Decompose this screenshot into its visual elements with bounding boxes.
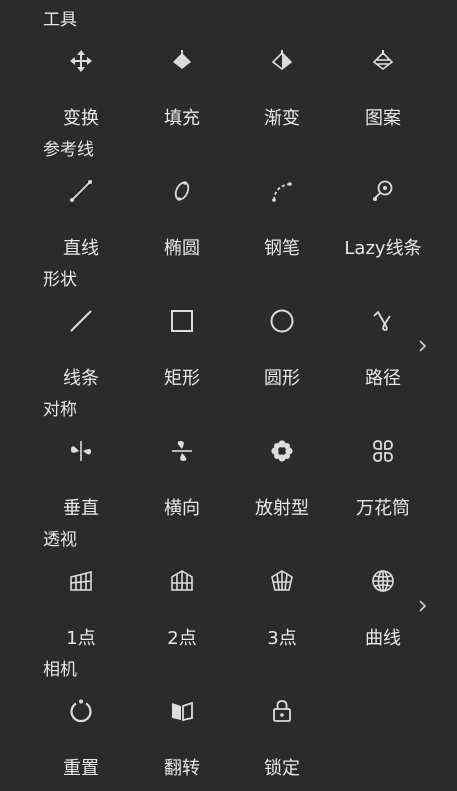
kaleidoscope-icon (370, 438, 396, 464)
guide-pen-button[interactable]: 钢笔 (232, 160, 332, 260)
symmetry-kaleidoscope-button[interactable]: 万花筒 (333, 420, 433, 520)
tool-label: 直线 (63, 238, 99, 259)
tool-label: 横向 (164, 498, 200, 519)
tool-label: 渐变 (264, 108, 300, 129)
section-tools: 工具 变换 填充 渐变 图案 (0, 0, 457, 130)
vertical-symmetry-icon (68, 438, 94, 464)
globe-grid-icon (370, 568, 396, 594)
guide-line-button[interactable]: 直线 (31, 160, 131, 260)
tool-label: 变换 (63, 108, 99, 129)
tool-label: 矩形 (164, 368, 200, 389)
tool-label: 锁定 (264, 758, 300, 779)
flip-icon (169, 698, 195, 724)
lazy-line-icon (370, 178, 396, 204)
gradient-bucket-icon (269, 48, 295, 74)
section-title: 透视 (43, 530, 77, 550)
section-shapes: 形状 线条 矩形 圆形 路径 (0, 260, 457, 390)
line-shape-icon (68, 308, 94, 334)
tool-label: 填充 (164, 108, 200, 129)
camera-lock-button[interactable]: 锁定 (232, 680, 332, 780)
perspective-3point-button[interactable]: 3点 (232, 550, 332, 650)
tool-label: 线条 (63, 368, 99, 389)
section-camera: 相机 重置 翻转 锁定 (0, 650, 457, 780)
shape-line-button[interactable]: 线条 (31, 290, 131, 390)
symmetry-vertical-button[interactable]: 垂直 (31, 420, 131, 520)
guide-lazy-button[interactable]: Lazy线条 (333, 160, 433, 260)
section-symmetry: 对称 垂直 横向 放射型 万花筒 (0, 390, 457, 520)
perspective-more-chevron-icon[interactable] (417, 596, 429, 616)
path-icon (370, 308, 396, 334)
tool-label: 图案 (365, 108, 401, 129)
reset-icon (68, 698, 94, 724)
tool-label: 翻转 (164, 758, 200, 779)
guide-ellipse-button[interactable]: 椭圆 (132, 160, 232, 260)
section-guides: 参考线 直线 椭圆 钢笔 Lazy线条 (0, 130, 457, 260)
tool-label: 放射型 (255, 498, 309, 519)
section-title: 参考线 (43, 140, 94, 160)
section-perspective: 透视 1点 2点 3点 曲线 (0, 520, 457, 650)
fill-bucket-icon (169, 48, 195, 74)
ellipse-guide-icon (169, 178, 195, 204)
tool-label: 3点 (267, 628, 297, 649)
tool-label: 圆形 (264, 368, 300, 389)
section-title: 工具 (43, 10, 77, 30)
tool-label: 椭圆 (164, 238, 200, 259)
shape-circle-button[interactable]: 圆形 (232, 290, 332, 390)
tool-label: 2点 (167, 628, 197, 649)
tool-label: 1点 (66, 628, 96, 649)
radial-symmetry-icon (269, 438, 295, 464)
section-title: 形状 (43, 270, 77, 290)
tools-panel: 工具 变换 填充 渐变 图案 参考线 直线 椭圆 钢笔 Lazy线条 形状 线条… (0, 0, 457, 791)
tool-label: 重置 (63, 758, 99, 779)
tool-gradient-button[interactable]: 渐变 (232, 30, 332, 130)
tool-label: 曲线 (365, 628, 401, 649)
lock-icon (269, 698, 295, 724)
tool-transform-button[interactable]: 变换 (31, 30, 131, 130)
move-arrows-icon (68, 48, 94, 74)
shapes-more-chevron-icon[interactable] (417, 336, 429, 356)
three-point-grid-icon (269, 568, 295, 594)
symmetry-horizontal-button[interactable]: 横向 (132, 420, 232, 520)
circle-icon (269, 308, 295, 334)
pen-curve-icon (269, 178, 295, 204)
pattern-bucket-icon (370, 48, 396, 74)
tool-label: 路径 (365, 368, 401, 389)
perspective-2point-button[interactable]: 2点 (132, 550, 232, 650)
tool-label: 垂直 (63, 498, 99, 519)
section-title: 对称 (43, 400, 77, 420)
line-guide-icon (68, 178, 94, 204)
symmetry-radial-button[interactable]: 放射型 (232, 420, 332, 520)
section-title: 相机 (43, 660, 77, 680)
tool-pattern-button[interactable]: 图案 (333, 30, 433, 130)
camera-flip-button[interactable]: 翻转 (132, 680, 232, 780)
one-point-grid-icon (68, 568, 94, 594)
tool-label: Lazy线条 (344, 238, 422, 259)
tool-label: 钢笔 (264, 238, 300, 259)
shape-rect-button[interactable]: 矩形 (132, 290, 232, 390)
tool-fill-button[interactable]: 填充 (132, 30, 232, 130)
perspective-1point-button[interactable]: 1点 (31, 550, 131, 650)
horizontal-symmetry-icon (169, 438, 195, 464)
camera-reset-button[interactable]: 重置 (31, 680, 131, 780)
two-point-grid-icon (169, 568, 195, 594)
tool-label: 万花筒 (356, 498, 410, 519)
rectangle-icon (169, 308, 195, 334)
